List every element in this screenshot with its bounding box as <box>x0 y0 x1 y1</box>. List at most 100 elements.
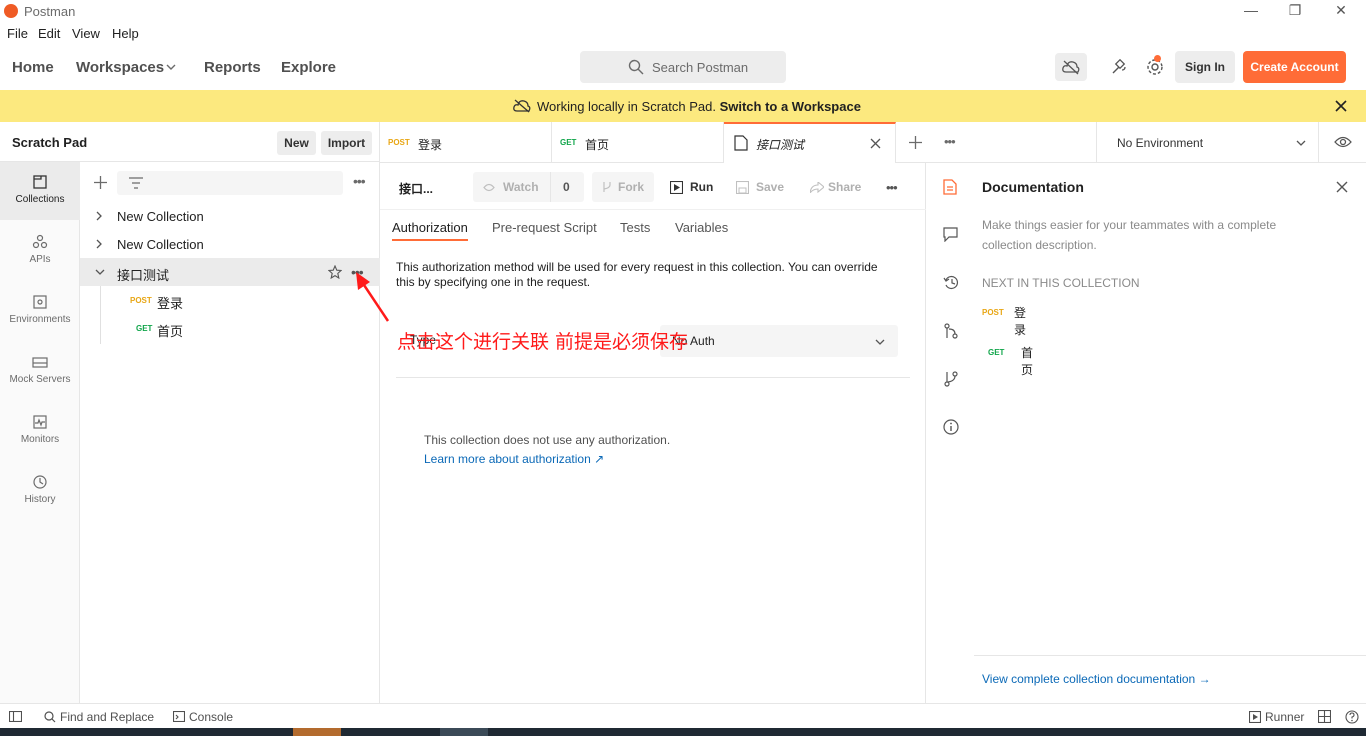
rail-mock-servers[interactable]: Mock Servers <box>0 342 80 400</box>
request-item[interactable]: POST 登录 <box>80 286 380 314</box>
subtab-tests[interactable]: Tests <box>620 220 650 235</box>
rail-apis[interactable]: APIs <box>0 222 80 280</box>
new-button[interactable]: New <box>277 131 316 155</box>
info-icon[interactable] <box>943 419 959 435</box>
share-button[interactable]: Share <box>806 172 866 202</box>
collection-item[interactable]: New Collection <box>80 202 380 230</box>
nav-explore[interactable]: Explore <box>281 59 336 76</box>
annotation-text: 点击这个进行关联 前提是必须保存 <box>397 331 689 353</box>
close-tab-icon[interactable] <box>870 138 881 149</box>
satellite-icon[interactable] <box>1110 58 1128 76</box>
watch-count: 0 <box>563 180 570 194</box>
doc-description[interactable]: Make things easier for your teammates wi… <box>982 215 1322 255</box>
minimize-icon[interactable]: — <box>1236 2 1266 20</box>
request-name: 登录 <box>157 296 184 311</box>
right-rail <box>926 163 974 703</box>
layout-icon[interactable] <box>1318 710 1331 723</box>
more-options-icon[interactable]: ••• <box>353 173 366 189</box>
chevron-right-icon <box>96 211 102 221</box>
restore-icon[interactable]: ❐ <box>1280 2 1310 20</box>
rail-history[interactable]: History <box>0 462 80 520</box>
menu-help[interactable]: Help <box>112 26 139 41</box>
filter-icon <box>129 177 143 189</box>
create-account-button[interactable]: Create Account <box>1243 51 1346 83</box>
eye-icon[interactable] <box>1334 136 1352 148</box>
collection-item-selected[interactable]: 接口测试 ••• <box>80 258 380 286</box>
find-replace-button[interactable]: Find and Replace <box>60 710 154 724</box>
rail-label: APIs <box>29 254 51 265</box>
environments-icon <box>33 295 47 309</box>
toggle-sidebar-icon[interactable] <box>9 711 22 722</box>
scratchpad-header: Scratch Pad New Import <box>0 122 380 162</box>
close-icon[interactable] <box>1335 100 1347 112</box>
close-window-icon[interactable]: ✕ <box>1326 2 1356 20</box>
rail-label: Collections <box>15 194 65 205</box>
collection-item[interactable]: New Collection <box>80 230 380 258</box>
tab-collection[interactable]: 接口测试 <box>724 122 896 163</box>
documentation-panel: Documentation Make things easier for you… <box>974 163 1366 703</box>
add-tab-icon[interactable] <box>909 136 922 149</box>
rail-collections[interactable]: Collections <box>0 162 80 220</box>
method-badge: GET <box>136 324 153 333</box>
save-button[interactable]: Save <box>732 172 792 202</box>
no-auth-text: This collection does not use any authori… <box>424 433 671 447</box>
auth-type-select[interactable]: No Auth <box>660 325 898 357</box>
tab-label: 登录 <box>418 138 443 152</box>
collections-icon <box>33 175 47 189</box>
monitors-icon <box>33 415 47 429</box>
filter-input[interactable] <box>117 171 343 195</box>
fork-button[interactable]: Fork <box>592 172 654 202</box>
tab-login[interactable]: POST 登录 <box>380 122 552 163</box>
watch-label: Watch <box>503 180 539 194</box>
collection-editor: 接口... Watch 0 Fork Run Save Share ••• Au… <box>380 163 926 703</box>
documentation-icon[interactable] <box>943 179 957 195</box>
run-label: Run <box>690 180 714 194</box>
collection-title[interactable]: 接口... <box>399 180 433 197</box>
tab-home[interactable]: GET 首页 <box>552 122 724 163</box>
comments-icon[interactable] <box>943 227 958 242</box>
search-input[interactable]: Search Postman <box>580 51 786 83</box>
rail-environments[interactable]: Environments <box>0 282 80 340</box>
subtab-variables[interactable]: Variables <box>675 220 728 235</box>
switch-workspace-link[interactable]: Switch to a Workspace <box>720 99 861 114</box>
rail-monitors[interactable]: Monitors <box>0 402 80 460</box>
runner-button[interactable]: Runner <box>1265 710 1304 724</box>
learn-more-link[interactable]: Learn more about authorization ↗ <box>424 452 604 466</box>
chevron-down-icon <box>166 64 176 70</box>
menu-view[interactable]: View <box>72 26 100 41</box>
nav-workspaces[interactable]: Workspaces <box>76 59 164 76</box>
save-icon <box>736 181 749 194</box>
environment-selector[interactable]: No Environment <box>1096 122 1366 163</box>
console-button[interactable]: Console <box>189 710 233 724</box>
watch-button[interactable]: Watch 0 <box>473 172 584 202</box>
method-badge: GET <box>560 138 577 147</box>
star-icon[interactable] <box>328 265 342 279</box>
tabs-more-icon[interactable]: ••• <box>944 134 956 149</box>
menu-edit[interactable]: Edit <box>38 26 60 41</box>
import-button[interactable]: Import <box>321 131 372 155</box>
fork-label: Fork <box>618 180 645 194</box>
run-button[interactable]: Run <box>664 172 718 202</box>
help-icon[interactable] <box>1345 710 1359 724</box>
add-icon[interactable] <box>94 176 107 189</box>
view-docs-link[interactable]: View complete collection documentation → <box>982 672 1211 686</box>
pull-requests-icon[interactable] <box>944 323 958 339</box>
eye-icon <box>483 183 495 192</box>
request-item[interactable]: GET 首页 <box>80 314 380 342</box>
sign-in-button[interactable]: Sign In <box>1175 51 1235 83</box>
subtab-authorization[interactable]: Authorization <box>392 220 468 235</box>
request-tabs: POST 登录 GET 首页 接口测试 ••• <box>380 122 1096 163</box>
nav-reports[interactable]: Reports <box>204 59 261 76</box>
menu-bar: File Edit View Help <box>0 22 1366 44</box>
share-label: Share <box>828 180 862 194</box>
close-icon[interactable] <box>1336 181 1348 193</box>
cloud-sync-button[interactable] <box>1055 53 1087 81</box>
nav-home[interactable]: Home <box>12 59 54 76</box>
changelog-icon[interactable] <box>943 275 959 290</box>
toolbar-more-icon[interactable]: ••• <box>886 180 898 195</box>
banner-text: Working locally in Scratch Pad. <box>537 99 716 114</box>
menu-file[interactable]: File <box>7 26 28 41</box>
fork-icon[interactable] <box>944 371 958 387</box>
postman-logo-icon <box>4 4 18 18</box>
subtab-pre-request-script[interactable]: Pre-request Script <box>492 220 597 235</box>
